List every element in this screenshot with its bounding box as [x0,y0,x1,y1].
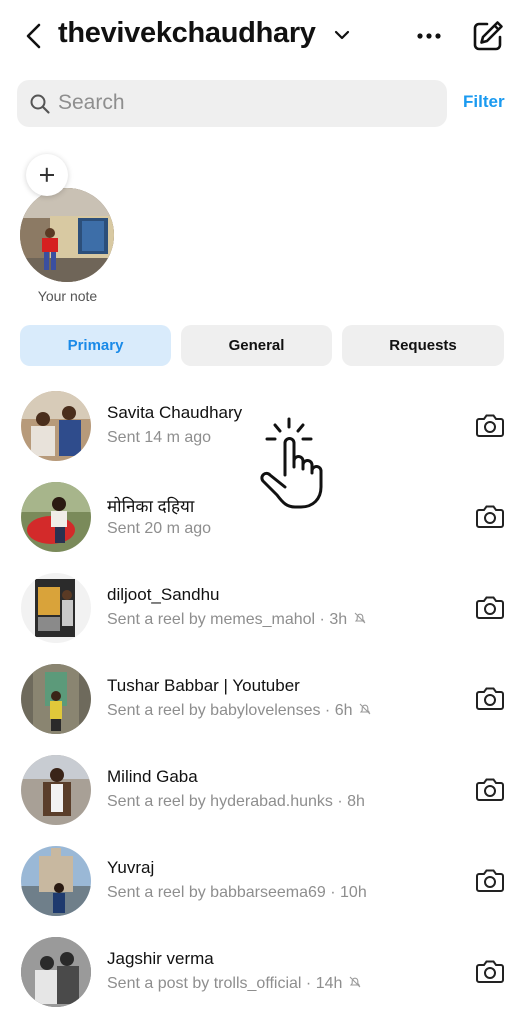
your-note[interactable]: Your note [20,150,120,310]
thread-name: Milind Gaba [107,767,198,786]
camera-icon[interactable] [475,502,505,530]
ellipsis-icon[interactable] [412,22,446,50]
note-label: Your note [37,288,98,304]
avatar[interactable] [21,937,91,1007]
avatar[interactable] [21,755,91,825]
thread-subtitle: Sent a reel by memes_mahol · 3h [107,611,367,629]
thread-subtitle-text: Sent a post by trolls_official · 14h [107,975,343,992]
thread-subtitle-text: Sent a reel by babylovelenses · 6h [107,702,353,719]
search-placeholder: Search [58,91,125,114]
thread-row[interactable]: Jagshir verma Sent a post by trolls_offi… [0,926,524,1017]
thread-row[interactable]: diljoot_Sandhu Sent a reel by memes_maho… [0,562,524,653]
thread-subtitle: Sent a reel by babbarseema69 · 10h [107,884,367,902]
camera-icon[interactable] [475,866,505,894]
chevron-left-icon[interactable] [18,20,50,52]
avatar[interactable] [21,482,91,552]
inbox-tabs: Primary General Requests [0,325,524,367]
avatar[interactable] [21,391,91,461]
plus-icon[interactable] [26,154,68,196]
thread-subtitle-text: Sent 20 m ago [107,520,212,537]
tab-general[interactable]: General [181,325,332,366]
muted-bell-icon [360,703,371,715]
thread-name: Yuvraj [107,858,155,877]
thread-name: मोनिका दहिया [107,497,195,516]
tab-primary[interactable]: Primary [20,325,171,366]
camera-icon[interactable] [475,411,505,439]
search-icon [30,94,50,114]
thread-subtitle: Sent a reel by hyderabad.hunks · 8h [107,793,365,811]
avatar[interactable] [21,573,91,643]
thread-name: Savita Chaudhary [107,403,243,422]
thread-subtitle-text: Sent a reel by babbarseema69 · 10h [107,884,367,901]
avatar[interactable] [20,188,114,282]
camera-icon[interactable] [475,775,505,803]
camera-icon[interactable] [475,957,505,985]
avatar[interactable] [21,664,91,734]
tab-requests[interactable]: Requests [342,325,504,366]
filter-button[interactable]: Filter [463,92,505,112]
top-bar: thevivekchaudhary [0,0,524,72]
thread-subtitle: Sent a post by trolls_official · 14h [107,975,362,993]
camera-icon[interactable] [475,684,505,712]
thread-subtitle-text: Sent a reel by hyderabad.hunks · 8h [107,793,365,810]
thread-subtitle-text: Sent 14 m ago [107,429,212,446]
thread-name: Tushar Babbar | Youtuber [107,676,300,695]
compose-icon[interactable] [470,18,506,54]
avatar[interactable] [21,846,91,916]
thread-row[interactable]: Milind Gaba Sent a reel by hyderabad.hun… [0,744,524,835]
muted-bell-icon [350,976,361,988]
search-bar[interactable]: Search [17,80,447,127]
thread-subtitle: Sent a reel by babylovelenses · 6h [107,702,372,720]
thread-name: diljoot_Sandhu [107,585,220,604]
account-username[interactable]: thevivekchaudhary [58,17,316,50]
thread-row[interactable]: Tushar Babbar | Youtuber Sent a reel by … [0,653,524,744]
tap-hand-icon [260,417,323,509]
camera-icon[interactable] [475,593,505,621]
thread-name: Jagshir verma [107,949,214,968]
thread-subtitle: Sent 20 m ago [107,520,211,538]
thread-row[interactable]: Yuvraj Sent a reel by babbarseema69 · 10… [0,835,524,926]
thread-subtitle-text: Sent a reel by memes_mahol · 3h [107,611,348,628]
thread-subtitle: Sent 14 m ago [107,429,211,447]
muted-bell-icon [354,612,366,624]
chevron-down-icon[interactable] [333,28,351,42]
